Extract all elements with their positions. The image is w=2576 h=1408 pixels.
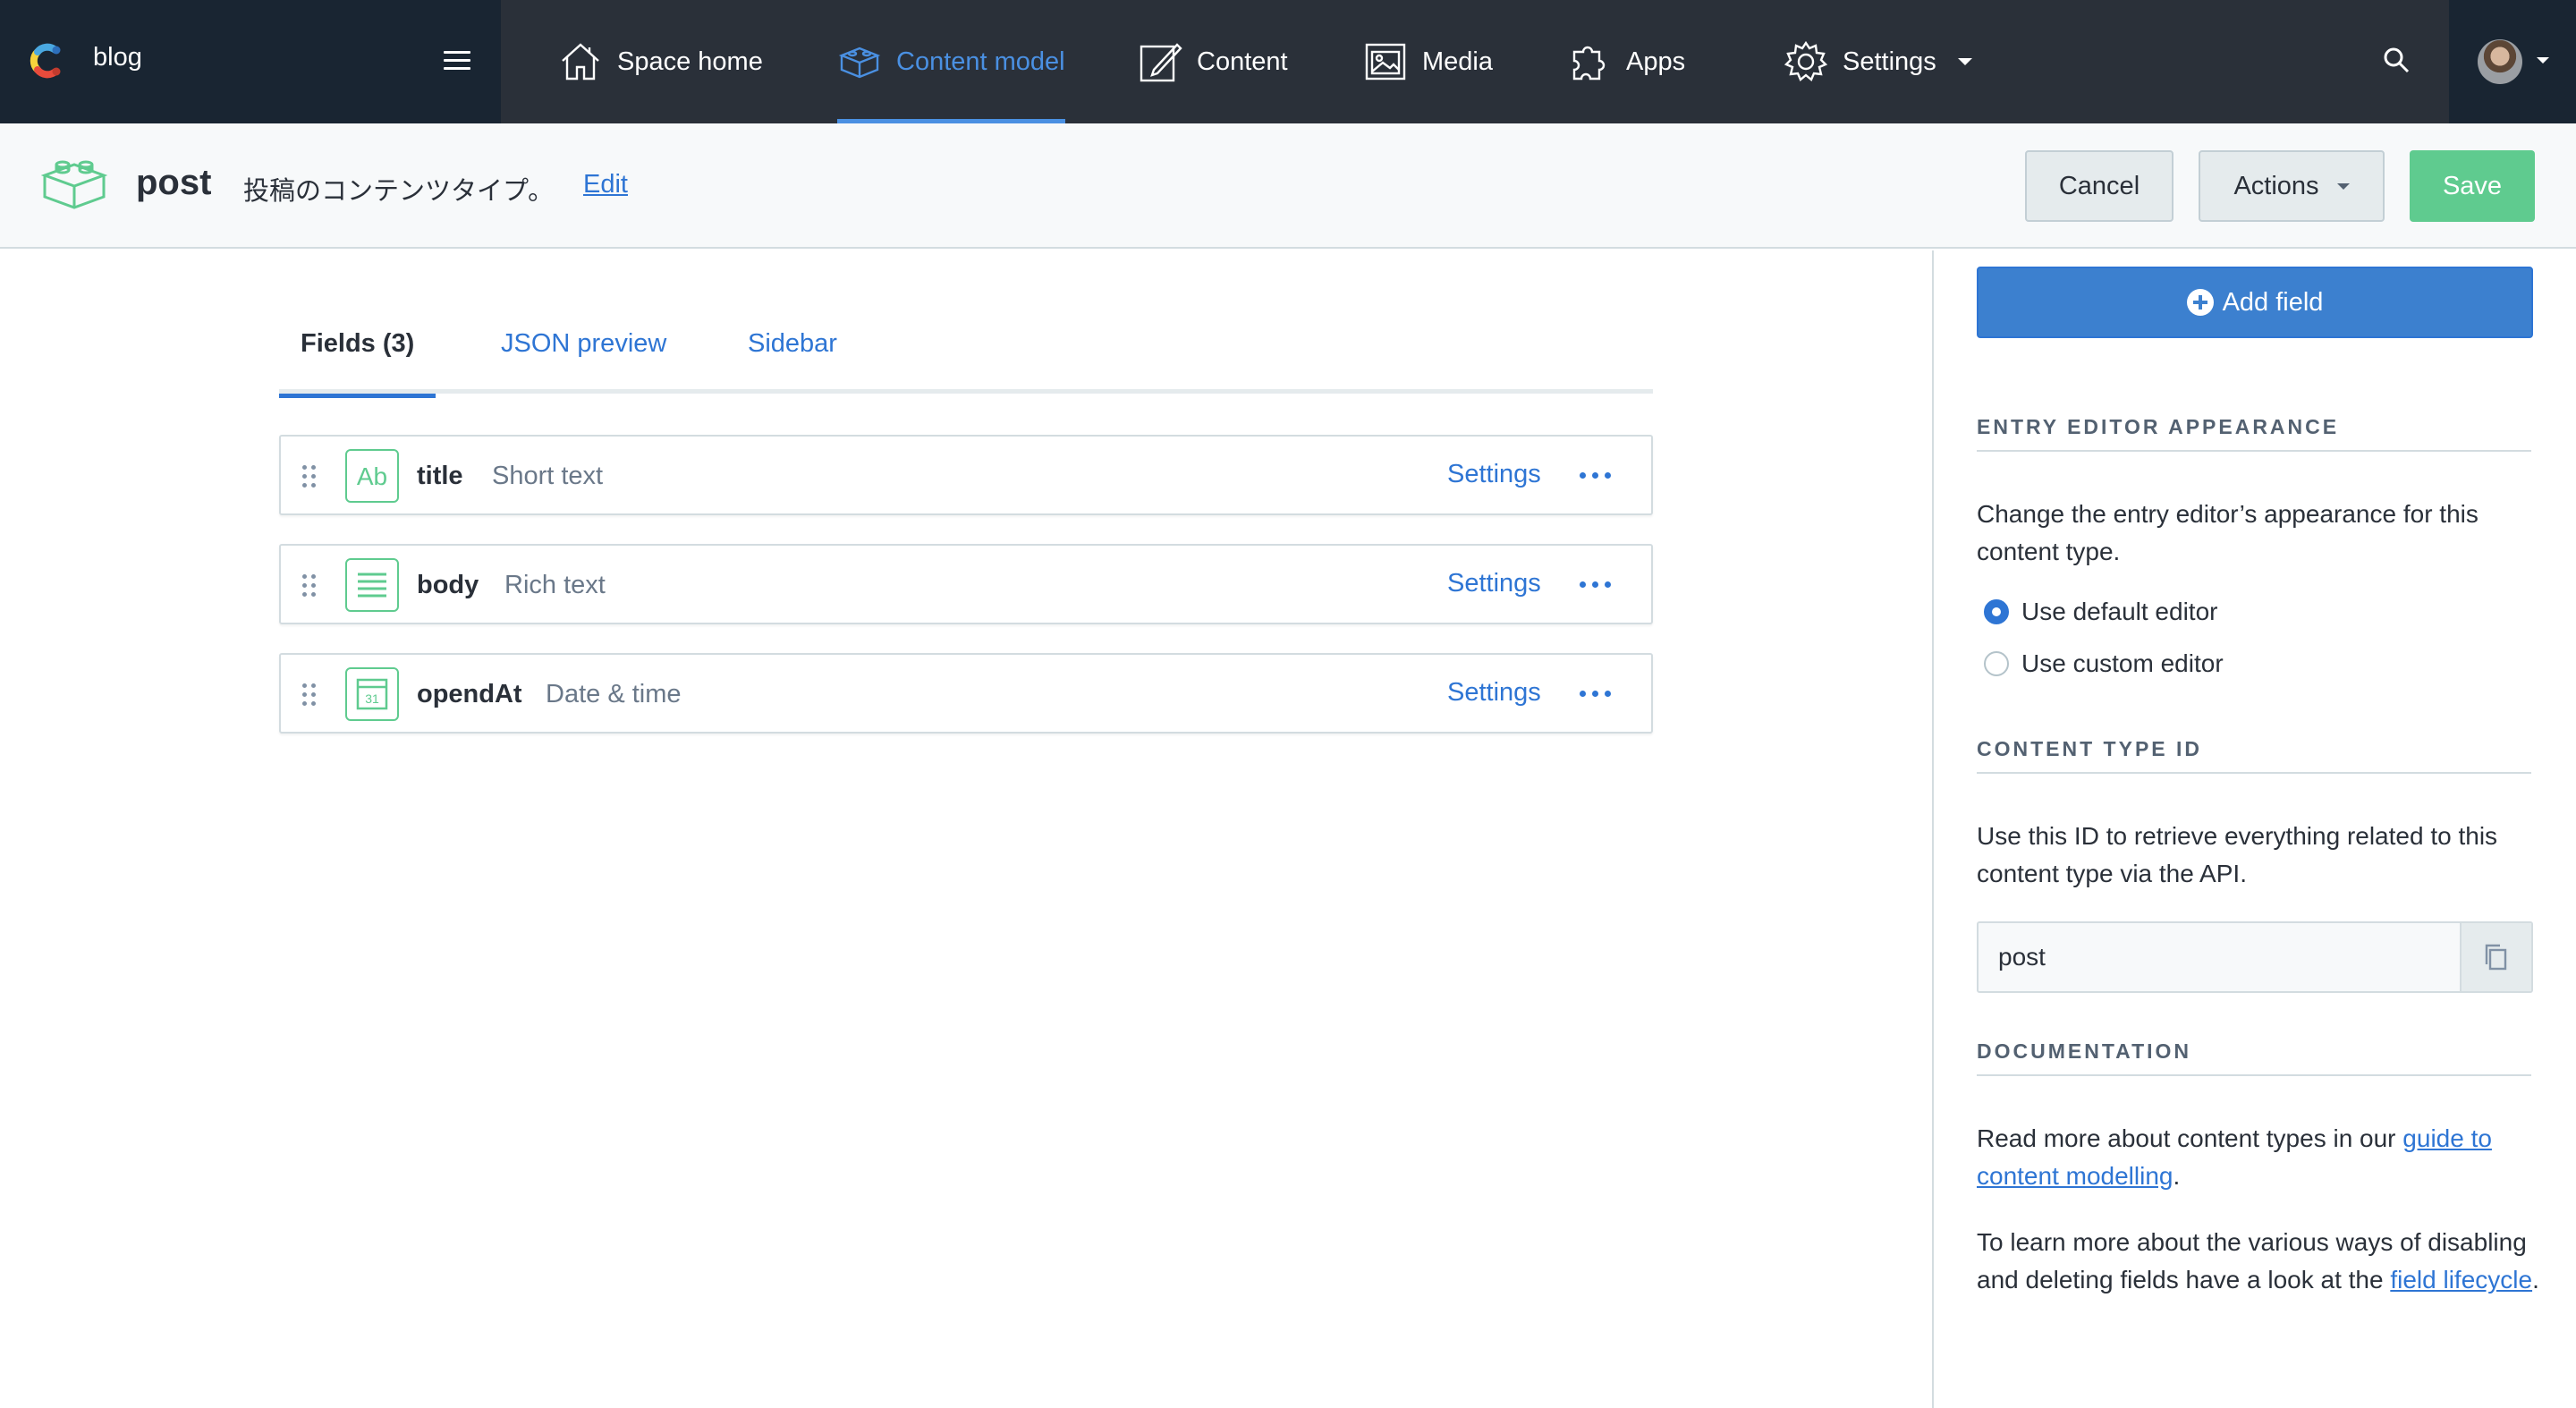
more-options-icon[interactable] xyxy=(1580,691,1612,698)
content-type-id-value: post xyxy=(1998,943,2046,971)
account-menu[interactable] xyxy=(2449,0,2576,123)
radio-label: Use default editor xyxy=(2021,598,2218,625)
nav-label: Content xyxy=(1197,47,1288,76)
tab-json-preview[interactable]: JSON preview xyxy=(501,322,666,394)
actions-label: Actions xyxy=(2233,171,2319,200)
short-text-icon: Ab xyxy=(345,449,399,503)
search-icon[interactable] xyxy=(2381,45,2411,75)
field-type: Short text xyxy=(492,462,604,490)
tab-fields[interactable]: Fields (3) xyxy=(278,322,436,398)
cancel-label: Cancel xyxy=(2058,171,2140,200)
nav-label: Content model xyxy=(896,47,1065,76)
radio-label: Use custom editor xyxy=(2021,649,2224,677)
edit-link[interactable]: Edit xyxy=(583,170,628,199)
nav-label: Media xyxy=(1422,47,1493,76)
field-name: body xyxy=(417,571,479,599)
content-type-description: 投稿のコンテンツタイプ。 xyxy=(243,175,555,206)
avatar xyxy=(2478,39,2522,84)
space-switcher[interactable]: blog xyxy=(0,0,501,123)
doc-text: Read more about content types in our xyxy=(1977,1124,2403,1152)
drag-handle-icon[interactable] xyxy=(302,683,317,707)
section-heading: CONTENT TYPE ID xyxy=(1977,737,2531,774)
doc-text: . xyxy=(2532,1266,2539,1293)
field-row[interactable]: Ab title Short text Settings xyxy=(279,435,1653,515)
top-navigation: blog Space home Content model Content Me… xyxy=(0,0,2576,123)
nav-media[interactable]: Media xyxy=(1363,0,1493,123)
doc-text: . xyxy=(2173,1162,2181,1190)
content-type-id-field[interactable]: post xyxy=(1977,921,2533,993)
contentful-logo-icon xyxy=(30,43,61,79)
tab-sidebar[interactable]: Sidebar xyxy=(748,322,837,394)
media-icon xyxy=(1365,43,1406,81)
field-type: Rich text xyxy=(504,571,606,599)
documentation-text: Read more about content types in our gui… xyxy=(1977,1120,2540,1195)
home-icon xyxy=(562,43,599,81)
radio-button-checked[interactable] xyxy=(1984,599,2009,624)
more-options-icon[interactable] xyxy=(1580,581,1612,589)
content-type-icon xyxy=(41,160,107,209)
content-edit-icon xyxy=(1140,43,1182,82)
svg-text:Ab: Ab xyxy=(357,462,387,490)
rich-text-icon xyxy=(345,558,399,612)
chevron-down-icon xyxy=(2336,182,2350,190)
field-settings-link[interactable]: Settings xyxy=(1447,569,1541,598)
content-model-icon xyxy=(838,47,881,79)
field-row[interactable]: 31 opendAt Date & time Settings xyxy=(279,653,1653,734)
cancel-button[interactable]: Cancel xyxy=(2025,150,2174,222)
section-heading: ENTRY EDITOR APPEARANCE xyxy=(1977,415,2531,452)
radio-custom-editor[interactable]: Use custom editor xyxy=(1984,649,2224,678)
calendar-icon-text: 31 xyxy=(365,691,379,706)
more-options-icon[interactable] xyxy=(1580,472,1612,479)
field-name: title xyxy=(417,462,463,490)
drag-handle-icon[interactable] xyxy=(302,574,317,598)
calendar-icon: 31 xyxy=(345,667,399,721)
section-text: Use this ID to retrieve everything relat… xyxy=(1977,822,2498,887)
section-heading: DOCUMENTATION xyxy=(1977,1039,2531,1076)
add-field-button[interactable]: Add field xyxy=(1977,267,2533,338)
radio-default-editor[interactable]: Use default editor xyxy=(1984,598,2217,626)
nav-settings[interactable]: Settings xyxy=(1784,0,1972,123)
content-type-sidebar: Add field ENTRY EDITOR APPEARANCE Change… xyxy=(1932,250,2576,1408)
nav-label: Space home xyxy=(617,47,763,76)
plus-circle-icon xyxy=(2186,289,2214,316)
radio-button[interactable] xyxy=(1984,651,2009,676)
save-button[interactable]: Save xyxy=(2410,150,2535,222)
chevron-down-icon xyxy=(1957,58,1972,65)
documentation-text: To learn more about the various ways of … xyxy=(1977,1224,2540,1299)
nav-content-model[interactable]: Content model xyxy=(837,0,1065,123)
drag-handle-icon[interactable] xyxy=(302,465,317,488)
nav-space-home[interactable]: Space home xyxy=(558,0,763,123)
menu-hamburger-icon[interactable] xyxy=(444,51,470,71)
nav-content[interactable]: Content xyxy=(1138,0,1288,123)
save-label: Save xyxy=(2442,171,2503,200)
nav-label: Apps xyxy=(1626,47,1686,76)
gear-icon xyxy=(1784,40,1828,81)
content-type-header: post 投稿のコンテンツタイプ。 Edit Cancel Actions Sa… xyxy=(0,123,2576,249)
actions-button[interactable]: Actions xyxy=(2199,150,2385,222)
field-lifecycle-link[interactable]: field lifecycle xyxy=(2390,1266,2532,1293)
copy-icon xyxy=(2485,944,2507,971)
add-field-label: Add field xyxy=(2222,287,2324,317)
field-settings-link[interactable]: Settings xyxy=(1447,460,1541,489)
field-settings-link[interactable]: Settings xyxy=(1447,678,1541,708)
field-name: opendAt xyxy=(417,680,522,708)
section-text: Change the entry editor’s appearance for… xyxy=(1977,500,2479,565)
apps-puzzle-icon xyxy=(1572,46,1606,81)
tab-bar: Fields (3) JSON preview Sidebar xyxy=(278,322,1653,398)
chevron-down-icon xyxy=(2537,57,2549,64)
nav-apps[interactable]: Apps xyxy=(1567,0,1685,123)
content-type-name: post xyxy=(136,163,212,202)
field-type: Date & time xyxy=(546,680,682,708)
space-name: blog xyxy=(93,43,142,72)
nav-label: Settings xyxy=(1843,47,1936,76)
field-row[interactable]: body Rich text Settings xyxy=(279,544,1653,624)
copy-button[interactable] xyxy=(2460,923,2531,991)
fields-panel: Fields (3) JSON preview Sidebar Ab title… xyxy=(0,250,1932,1408)
